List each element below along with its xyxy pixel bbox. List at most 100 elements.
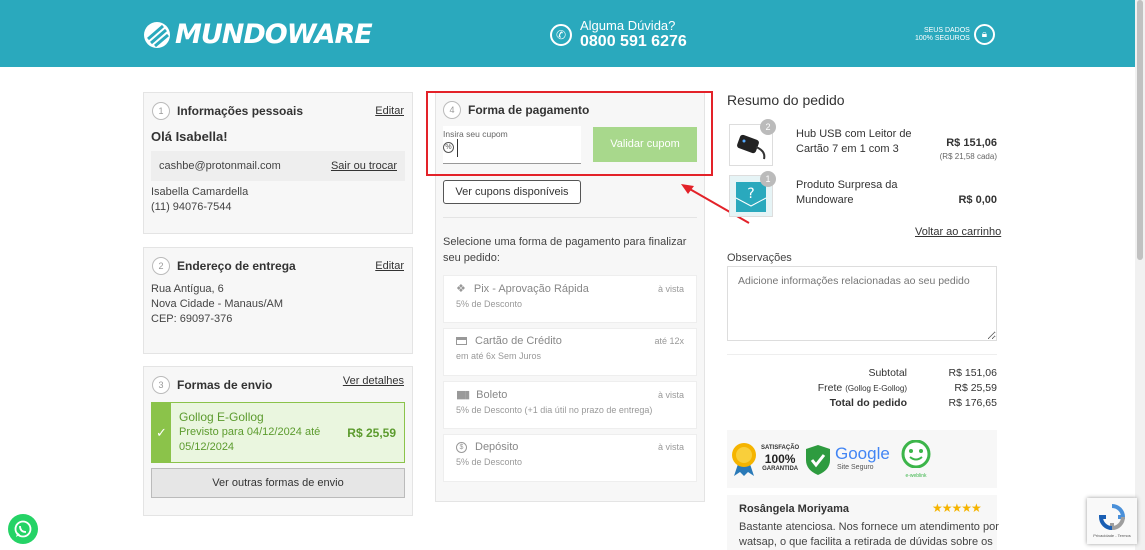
validate-coupon-button[interactable]: Validar cupom bbox=[593, 127, 697, 162]
notes-label: Observações bbox=[727, 252, 792, 264]
back-to-cart-link[interactable]: Voltar ao carrinho bbox=[915, 226, 1001, 238]
total-label: Total do pedido bbox=[829, 397, 907, 409]
summary-divider bbox=[727, 354, 997, 355]
payment-option-sub: 5% de Desconto (+1 dia útil no prazo de … bbox=[456, 405, 653, 415]
email-value: cashbe@protonmail.com bbox=[159, 159, 281, 172]
edit-address-link[interactable]: Editar bbox=[375, 260, 404, 272]
shipping-option-selected[interactable]: ✓ Gollog E-Gollog Previsto para 04/12/20… bbox=[151, 402, 405, 463]
subtotal-value: R$ 151,06 bbox=[948, 367, 997, 379]
payment-option-name: Pix - Aprovação Rápida bbox=[473, 282, 589, 295]
payment-option-tag: à vista bbox=[657, 389, 684, 400]
review-text-1: Bastante atenciosa. Nos fornece um atend… bbox=[739, 521, 999, 533]
payment-option-name: Cartão de Crédito bbox=[475, 335, 562, 347]
payment-option-sub: 5% de Desconto bbox=[456, 299, 523, 309]
product-price: R$ 0,00 bbox=[958, 194, 997, 206]
review-text-2: watsap, o que facilita a retirada de dúv… bbox=[739, 536, 993, 548]
shipping-panel: 3 Formas de envio Ver detalhes ✓ Gollog … bbox=[143, 366, 413, 516]
available-coupons-button[interactable]: Ver cupons disponíveis bbox=[443, 180, 581, 204]
personal-info-panel: 1 Informações pessoais Editar Olá Isabel… bbox=[143, 92, 413, 234]
medal-icon bbox=[732, 443, 756, 476]
step-number: 2 bbox=[152, 257, 170, 275]
payment-option-tag: à vista bbox=[657, 283, 684, 294]
payment-option-name: Depósito bbox=[475, 441, 519, 453]
whatsapp-button[interactable] bbox=[8, 514, 38, 544]
notes-textarea[interactable] bbox=[727, 266, 997, 341]
lock-icon: 🔒︎ bbox=[973, 24, 995, 45]
quantity-badge: 2 bbox=[760, 119, 776, 135]
freight-label-group: Frete (Gollog E-Gollog) bbox=[727, 382, 927, 394]
product-name[interactable]: Produto Surpresa da Mundoware bbox=[796, 178, 916, 208]
product-name-line: Produto Surpresa da bbox=[796, 179, 898, 191]
quantity-badge: 1 bbox=[760, 171, 776, 187]
shipping-option-name: Gollog E-Gollog bbox=[179, 410, 264, 424]
coupon-input[interactable] bbox=[457, 139, 577, 157]
shipping-eta-1: Previsto para 04/12/2024 até bbox=[179, 426, 321, 438]
svg-text:?: ? bbox=[747, 186, 754, 202]
brand-name: MUNDOWARE bbox=[175, 19, 373, 50]
payment-option-pix[interactable]: ❖ Pix - Aprovação Rápida à vista 5% de Des… bbox=[443, 275, 697, 323]
product-name[interactable]: Hub USB com Leitor de Cartão 7 em 1 com … bbox=[796, 127, 916, 157]
address-city: Nova Cidade - Manaus/AM bbox=[151, 298, 284, 310]
secure-line-2: 100% SEGUROS bbox=[915, 34, 970, 42]
payment-option-credit-card[interactable]: Cartão de Crédito até 12x em até 6x Sem J… bbox=[443, 328, 697, 376]
delivery-address-panel: 2 Endereço de entrega Editar Rua Antígua… bbox=[143, 247, 413, 354]
greeting: Olá Isabella! bbox=[151, 129, 228, 144]
shipping-title: Formas de envio bbox=[177, 378, 273, 392]
freight-value: R$ 25,59 bbox=[954, 382, 997, 394]
payment-option-tag: à vista bbox=[657, 442, 684, 452]
payment-option-sub: 5% de Desconto bbox=[456, 457, 523, 467]
site-header: MUNDOWARE ✆ Alguma Dúvida? 0800 591 6276… bbox=[0, 0, 1145, 67]
recaptcha-widget[interactable]: Privacidade - Termos bbox=[1087, 498, 1137, 544]
address-cep: CEP: 69097-376 bbox=[151, 313, 233, 325]
ebit-face-icon bbox=[901, 439, 931, 469]
customer-name: Isabella Camardella bbox=[151, 186, 249, 198]
credit-card-icon bbox=[456, 337, 467, 345]
selected-check: ✓ bbox=[152, 403, 171, 462]
satisfaction-line-2: 100% bbox=[764, 452, 796, 466]
payment-option-deposit[interactable]: $ Depósito à vista 5% de Desconto bbox=[443, 434, 697, 482]
scrollbar[interactable] bbox=[1135, 0, 1145, 550]
shipping-price: R$ 25,59 bbox=[347, 426, 396, 440]
logout-link[interactable]: Sair ou trocar bbox=[331, 160, 397, 172]
payment-option-sub: em até 6x Sem Juros bbox=[456, 351, 542, 361]
shipping-details-link[interactable]: Ver detalhes bbox=[343, 375, 404, 387]
shield-check-icon bbox=[806, 445, 830, 475]
product-name-line: Hub USB com Leitor de bbox=[796, 128, 912, 140]
phone-icon: ✆ bbox=[550, 24, 572, 46]
payment-option-boleto[interactable]: ▮▮▮ Boleto à vista 5% de Desconto (+1 dia … bbox=[443, 381, 697, 429]
scrollbar-thumb[interactable] bbox=[1137, 0, 1143, 260]
coupon-label: Insira seu cupom bbox=[443, 129, 508, 139]
subtotal-row: Subtotal R$ 151,06 bbox=[727, 367, 997, 379]
coupon-icon: % bbox=[443, 142, 454, 153]
product-unit-price: (R$ 21,58 cada) bbox=[939, 152, 997, 161]
pix-icon: ❖ bbox=[456, 283, 466, 295]
secure-line-1: SEUS DADOS bbox=[923, 26, 970, 34]
payment-option-tag: até 12x bbox=[654, 336, 684, 346]
freight-row: Frete (Gollog E-Gollog) R$ 25,59 bbox=[727, 382, 997, 394]
phone-contact[interactable]: ✆ Alguma Dúvida? 0800 591 6276 bbox=[550, 19, 687, 51]
step-number: 1 bbox=[152, 102, 170, 120]
phone-question: Alguma Dúvida? bbox=[580, 18, 676, 33]
total-row: Total do pedido R$ 176,65 bbox=[727, 397, 997, 409]
freight-detail: (Gollog E-Gollog) bbox=[845, 384, 907, 393]
freight-label: Frete bbox=[817, 382, 843, 394]
google-safe-badge: Google Site Seguro bbox=[835, 444, 890, 475]
ebit-text: e-weblink bbox=[905, 473, 927, 479]
step-number: 3 bbox=[152, 376, 170, 394]
total-value: R$ 176,65 bbox=[948, 397, 997, 409]
other-shipping-button[interactable]: Ver outras formas de envio bbox=[151, 468, 405, 498]
product-name-line: Mundoware bbox=[796, 194, 854, 206]
brand-logo[interactable]: MUNDOWARE bbox=[143, 19, 373, 50]
payment-option-name: Boleto bbox=[476, 388, 508, 401]
shipping-eta-2: 05/12/2024 bbox=[179, 441, 235, 453]
recaptcha-text: Privacidade - Termos bbox=[1093, 533, 1131, 538]
divider bbox=[443, 217, 697, 218]
whatsapp-icon bbox=[14, 520, 32, 538]
ebit-badge: e-weblink bbox=[900, 439, 932, 479]
coupon-field[interactable]: Insira seu cupom % bbox=[443, 126, 581, 164]
edit-personal-link[interactable]: Editar bbox=[375, 105, 404, 117]
satisfaction-badge: SATISFAÇÃO 100% GARANTIDA bbox=[730, 442, 799, 476]
subtotal-label: Subtotal bbox=[868, 367, 907, 379]
google-word: Google bbox=[835, 444, 890, 463]
logo-mark-icon bbox=[144, 21, 170, 48]
